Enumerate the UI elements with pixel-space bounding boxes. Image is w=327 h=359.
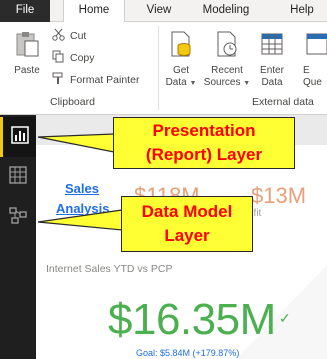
presentation-callout-line-2: (Report) Layer bbox=[145, 145, 263, 164]
data-model-layer-callout: Data Model Layer bbox=[121, 196, 253, 252]
presentation-callout-line-1: Presentation bbox=[152, 121, 256, 140]
callout-pointers bbox=[37, 133, 123, 231]
presentation-layer-callout: Presentation (Report) Layer bbox=[113, 117, 295, 169]
data-model-callout-line-2: Layer bbox=[164, 226, 210, 245]
data-model-callout-line-1: Data Model bbox=[141, 202, 233, 221]
